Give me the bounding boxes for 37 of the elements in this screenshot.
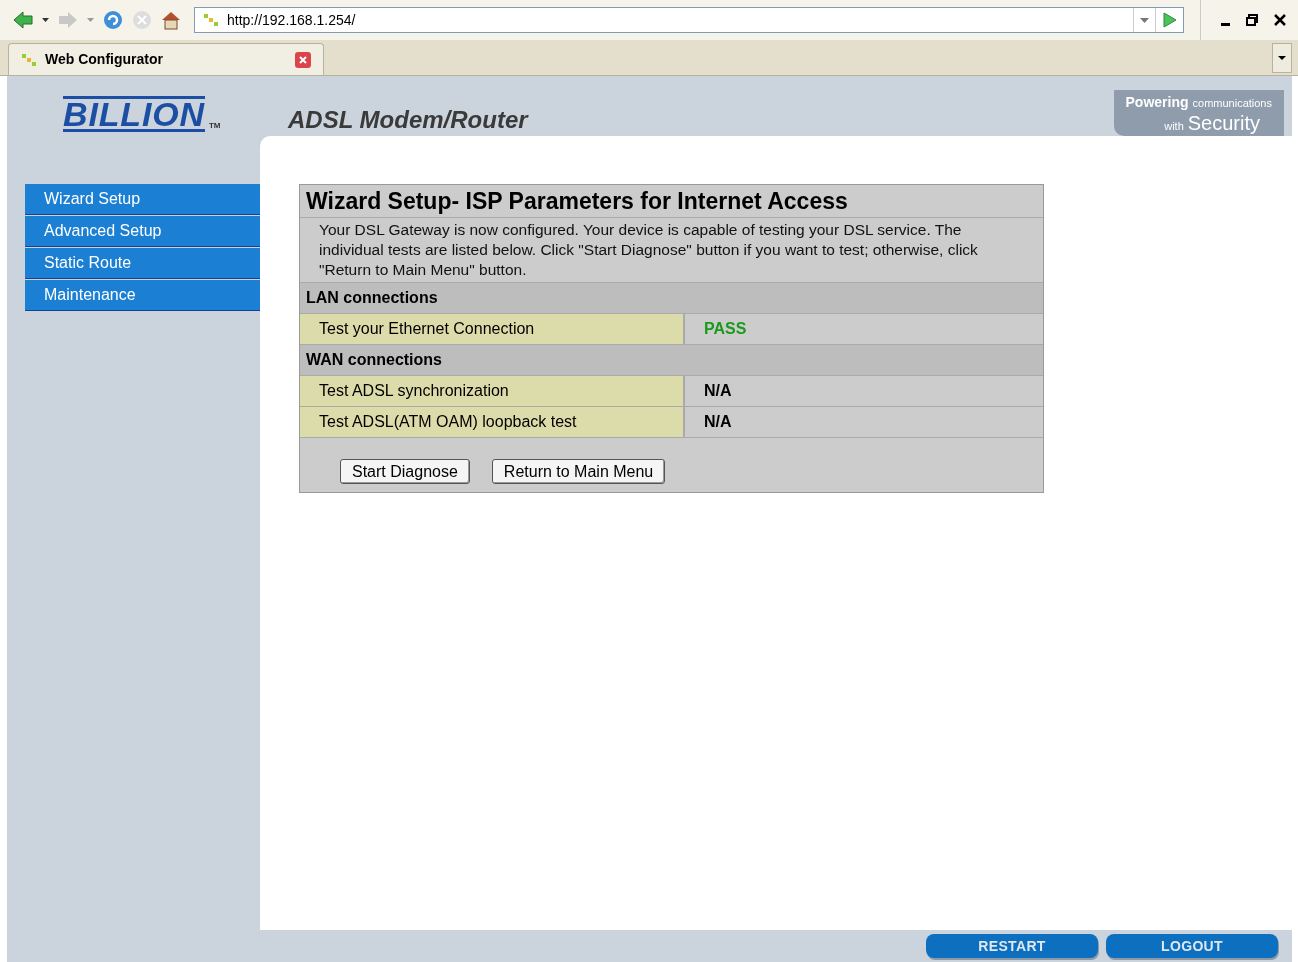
tab-list-button[interactable] [1272, 43, 1292, 73]
site-icon [203, 13, 219, 27]
footer-button[interactable]: LOGOUT [1106, 934, 1278, 958]
site-icon [21, 52, 37, 67]
sidebar-item[interactable]: Advanced Setup [25, 216, 260, 247]
close-icon[interactable] [1274, 14, 1286, 26]
test-result-cell-text: PASS [703, 319, 748, 339]
panel-title: Wizard Setup- ISP Parameters for Internet Access [300, 185, 1043, 218]
play-icon [1162, 12, 1177, 28]
section-heading: WAN connections [300, 345, 1043, 376]
footer-button[interactable]: RESTART [926, 934, 1098, 958]
caret-icon [1278, 56, 1286, 60]
browser-tab[interactable]: Web Configurator [8, 43, 324, 75]
test-name-cell: Test your Ethernet Connection [300, 314, 685, 344]
action-button[interactable]: Return to Main Menu [491, 458, 666, 484]
home-icon[interactable] [160, 10, 182, 30]
section-heading: LAN connections [300, 283, 1043, 314]
product-title: ADSL Modem/Router [288, 106, 528, 134]
restore-icon[interactable] [1246, 14, 1258, 26]
test-result-cell-text: N/A [703, 381, 733, 401]
back-arrow-icon[interactable] [12, 10, 34, 30]
sidebar-item[interactable]: Static Route [25, 248, 260, 279]
sidebar-item[interactable]: Maintenance [25, 280, 260, 311]
action-button[interactable]: Start Diagnose [340, 458, 470, 484]
caret-icon[interactable] [42, 18, 49, 22]
tagline-text: Powering communications with Security [1113, 89, 1284, 136]
test-name-cell: Test ADSL(ATM OAM) loopback test [300, 407, 685, 437]
address-bar[interactable]: http://192.168.1.254/ [194, 7, 1184, 33]
sidebar-item[interactable]: Wizard Setup [25, 184, 260, 215]
brand-logo: BILLION [63, 96, 205, 132]
trademark-text: TM [208, 120, 221, 132]
caret-icon [1140, 17, 1149, 23]
reload-icon[interactable] [102, 9, 124, 31]
close-tab-icon[interactable] [295, 51, 311, 68]
url-text: http://192.168.1.254/ [227, 10, 357, 30]
test-result-cell-text: N/A [703, 412, 733, 432]
test-name-cell: Test ADSL synchronization [300, 376, 685, 406]
